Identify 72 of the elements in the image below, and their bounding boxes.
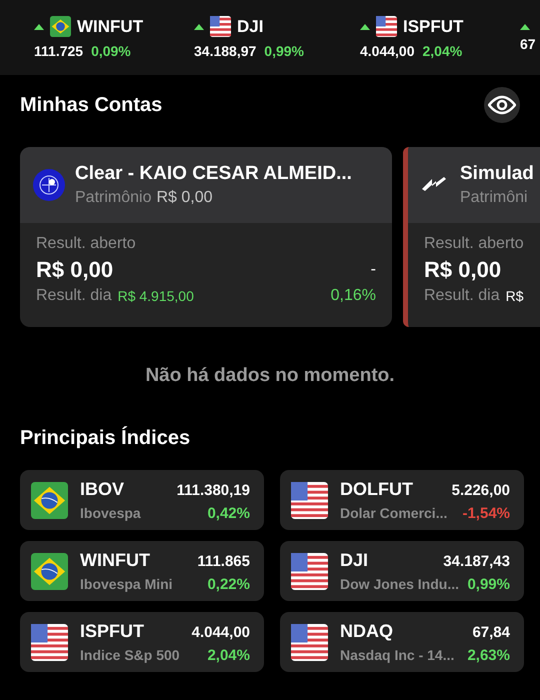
- index-name: Indice S&p 500: [80, 646, 180, 662]
- account-name: Simulad: [460, 163, 534, 185]
- visibility-button[interactable]: [484, 87, 520, 123]
- empty-message: Não há dados no momento.: [144, 365, 396, 387]
- section-title: Principais Índices: [20, 427, 190, 449]
- equity-label: Patrimôni: [460, 189, 528, 207]
- broker-logo-icon: [33, 169, 65, 201]
- open-result-label: Result. aberto: [424, 235, 525, 253]
- index-card[interactable]: NDAQ 67,84 Nasdaq Inc - 14... 2,63%: [280, 612, 524, 672]
- index-card[interactable]: WINFUT 111.865 Ibovespa Mini 0,22%: [20, 541, 264, 601]
- usa-flag-icon: [210, 16, 231, 37]
- index-name: Dow Jones Indu...: [340, 576, 460, 592]
- ticker-change: 0,99%: [264, 43, 304, 59]
- index-price: 111.865: [197, 552, 250, 570]
- usa-flag-icon: [291, 482, 328, 518]
- usa-flag-icon: [376, 16, 397, 37]
- index-symbol: WINFUT: [80, 550, 150, 570]
- ticker-symbol: DJI: [237, 16, 264, 36]
- day-result-value: R$: [506, 288, 524, 304]
- day-result-label: Result. dia: [424, 287, 500, 305]
- index-symbol: IBOV: [80, 478, 124, 500]
- index-change: 2,04%: [207, 646, 250, 664]
- index-symbol: ISPFUT: [80, 620, 144, 642]
- ticker-symbol: ISPFUT: [403, 16, 464, 36]
- eye-icon: [488, 95, 516, 115]
- equity-label: Patrimônio: [75, 189, 152, 207]
- open-result-change: -: [370, 261, 376, 279]
- index-card[interactable]: DOLFUT 5.226,00 Dolar Comerci... -1,54%: [280, 470, 524, 530]
- index-name: Dolar Comerci...: [340, 504, 448, 520]
- index-name: Ibovespa: [80, 504, 141, 520]
- index-card[interactable]: ISPFUT 4.044,00 Indice S&p 500 2,04%: [20, 612, 264, 672]
- usa-flag-icon: [291, 552, 328, 590]
- ticker-price: 4.044,00: [360, 43, 414, 59]
- index-symbol: DOLFUT: [340, 478, 413, 500]
- index-price: 5.226,00: [452, 482, 510, 498]
- ticker-price: 67: [520, 36, 536, 52]
- index-change: 2,63%: [467, 646, 510, 664]
- ticker-price: 34.188,97: [194, 43, 256, 59]
- usa-flag-icon: [31, 624, 68, 660]
- equity-value: R$ 0,00: [156, 189, 213, 207]
- index-price: 34.187,43: [443, 552, 510, 570]
- brazil-flag-icon: [31, 552, 68, 590]
- brazil-flag-icon: [31, 482, 68, 518]
- ticker-change: 0,09%: [91, 43, 131, 59]
- day-result-label: Result. dia: [36, 287, 112, 305]
- index-card[interactable]: DJI 34.187,43 Dow Jones Indu... 0,99%: [280, 541, 524, 601]
- usa-flag-icon: [291, 624, 328, 660]
- section-title: Minhas Contas: [20, 94, 162, 116]
- day-result-value: R$ 4.915,00: [118, 288, 194, 304]
- index-change: 0,22%: [207, 576, 250, 592]
- index-price: 111.380,19: [176, 482, 250, 498]
- ticker-price: 111.725: [34, 43, 84, 59]
- ticker-change: 2,04%: [422, 43, 462, 59]
- account-card[interactable]: Simulad Patrimôni Result. aberto R$ 0,00 Result. dia R$: [403, 147, 540, 327]
- index-symbol: DJI: [340, 550, 368, 570]
- index-symbol: NDAQ: [340, 620, 393, 642]
- open-result-label: Result. aberto: [36, 235, 137, 253]
- index-change: 0,42%: [207, 504, 250, 522]
- open-result-value: R$ 0,00: [424, 257, 502, 283]
- index-price: 67,84: [472, 624, 510, 640]
- index-change: 0,99%: [467, 576, 510, 592]
- ticker-symbol: WINFUT: [77, 16, 144, 36]
- account-card[interactable]: Clear - KAIO CESAR ALMEID... Patrimônio R$ 0,00 Result. aberto R$ 0,00 - Result. dia R$ 4.915,00 0,16%: [20, 147, 392, 327]
- open-result-value: R$ 0,00: [36, 257, 114, 283]
- index-card[interactable]: IBOV 111.380,19 Ibovespa 0,42%: [20, 470, 264, 530]
- index-price: 4.044,00: [192, 624, 250, 640]
- account-name: Clear - KAIO CESAR ALMEID...: [75, 163, 352, 185]
- index-name: Ibovespa Mini: [80, 576, 173, 592]
- index-change: -1,54%: [462, 504, 510, 522]
- day-result-change: 0,16%: [330, 287, 376, 305]
- index-name: Nasdaq Inc - 14...: [340, 646, 454, 662]
- brazil-flag-icon: [50, 16, 71, 37]
